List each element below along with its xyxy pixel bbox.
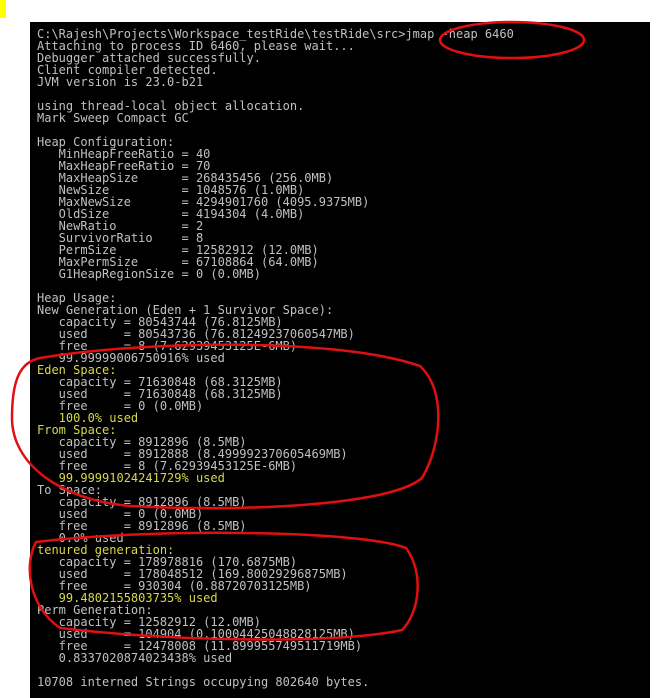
console-line: 10708 interned Strings occupying 802640 … [37,675,370,689]
console-line: free = 8912896 (8.5MB) [37,519,247,533]
console-line: Mark Sweep Compact GC [37,111,189,125]
console-line: 99.99999006750916% used [37,351,225,365]
console-line: 0.8337020874023438% used [37,651,233,665]
console-line: 99.99991024241729% used [37,471,225,485]
console-line: G1HeapRegionSize = 0 (0.0MB) [37,267,261,281]
console-line: 100.0% used [37,411,139,425]
corner-highlight-mark [0,0,6,18]
command-prompt-console[interactable]: C:\Rajesh\Projects\Workspace_testRide\te… [30,22,650,698]
console-line: JVM version is 23.0-b21 [37,75,204,89]
